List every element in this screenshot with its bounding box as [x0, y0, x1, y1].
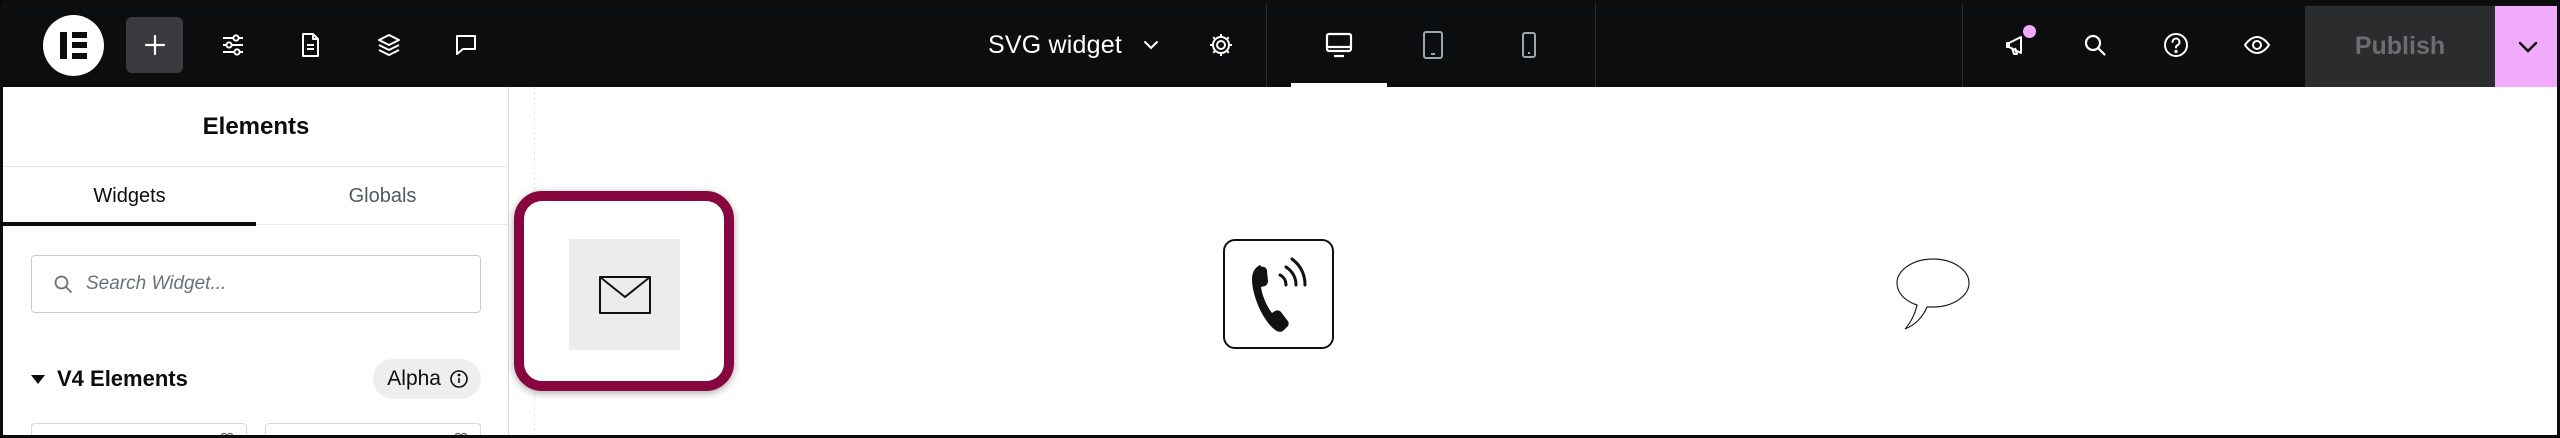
- whats-new-button[interactable]: [1988, 17, 2045, 73]
- widget-search[interactable]: [31, 255, 481, 313]
- elementor-logo-icon[interactable]: [43, 15, 104, 76]
- info-icon: [450, 370, 468, 388]
- page-title: SVG widget: [988, 30, 1123, 59]
- publish-button[interactable]: Publish: [2305, 6, 2495, 87]
- preview-button[interactable]: [2228, 17, 2285, 73]
- elements-panel: Elements Widgets Globals V4 Elements Alp…: [3, 87, 509, 435]
- publish-options-button[interactable]: [2495, 6, 2557, 87]
- badge-label: Alpha: [387, 367, 441, 390]
- page-icon: [301, 33, 319, 57]
- svg-widget-envelope[interactable]: [569, 239, 680, 350]
- caret-down-icon: [31, 374, 45, 384]
- notification-dot: [2023, 25, 2036, 38]
- comments-button[interactable]: [437, 17, 494, 73]
- add-element-button[interactable]: [126, 17, 183, 73]
- page-title-dropdown[interactable]: SVG widget: [988, 17, 1162, 73]
- chevron-down-icon: [2518, 41, 2537, 53]
- alpha-badge[interactable]: Alpha: [373, 359, 481, 399]
- top-bar: SVG widget Publish: [3, 3, 2557, 87]
- desktop-icon: [1325, 32, 1353, 58]
- search-icon: [2084, 34, 2106, 56]
- section-title: V4 Elements: [57, 366, 188, 391]
- mobile-view-button[interactable]: [1481, 3, 1577, 87]
- envelope-icon: [598, 275, 651, 314]
- finder-button[interactable]: [2066, 17, 2123, 73]
- tab-widgets[interactable]: Widgets: [3, 167, 256, 226]
- layers-icon: [377, 34, 400, 56]
- tablet-view-button[interactable]: [1385, 3, 1481, 87]
- editor-window: SVG widget Publish Elements Widgets Glob…: [0, 0, 2560, 438]
- page-settings-gear-button[interactable]: [1192, 17, 1249, 73]
- panel-tabs: Widgets Globals: [3, 167, 509, 226]
- widget-card[interactable]: [31, 423, 247, 435]
- v4-elements-section[interactable]: V4 Elements Alpha: [31, 359, 481, 399]
- telephone-icon: [1251, 257, 1306, 332]
- chevron-down-icon: [1144, 41, 1159, 50]
- editor-canvas: [510, 87, 2557, 435]
- help-button[interactable]: [2147, 17, 2204, 73]
- mobile-icon: [1522, 32, 1536, 58]
- help-icon: [2163, 33, 2188, 57]
- widget-card[interactable]: [265, 423, 481, 435]
- gear-icon: [1209, 34, 1232, 56]
- eye-icon: [2243, 35, 2270, 55]
- panel-title: Elements: [3, 87, 509, 167]
- sliders-icon: [222, 34, 243, 56]
- search-input[interactable]: [86, 273, 466, 295]
- desktop-view-button[interactable]: [1291, 3, 1387, 87]
- page-settings-button[interactable]: [281, 17, 338, 73]
- tablet-icon: [1423, 31, 1443, 59]
- comment-icon: [455, 35, 476, 55]
- heart-icon: [454, 432, 468, 435]
- site-settings-button[interactable]: [204, 17, 261, 73]
- structure-button[interactable]: [360, 17, 417, 73]
- heart-icon: [220, 432, 234, 435]
- plus-icon: [144, 34, 165, 56]
- search-icon: [54, 275, 72, 293]
- svg-widget-telephone[interactable]: [1223, 239, 1334, 349]
- svg-widget-speech-bubble[interactable]: [1893, 255, 1973, 333]
- tab-globals[interactable]: Globals: [256, 167, 509, 225]
